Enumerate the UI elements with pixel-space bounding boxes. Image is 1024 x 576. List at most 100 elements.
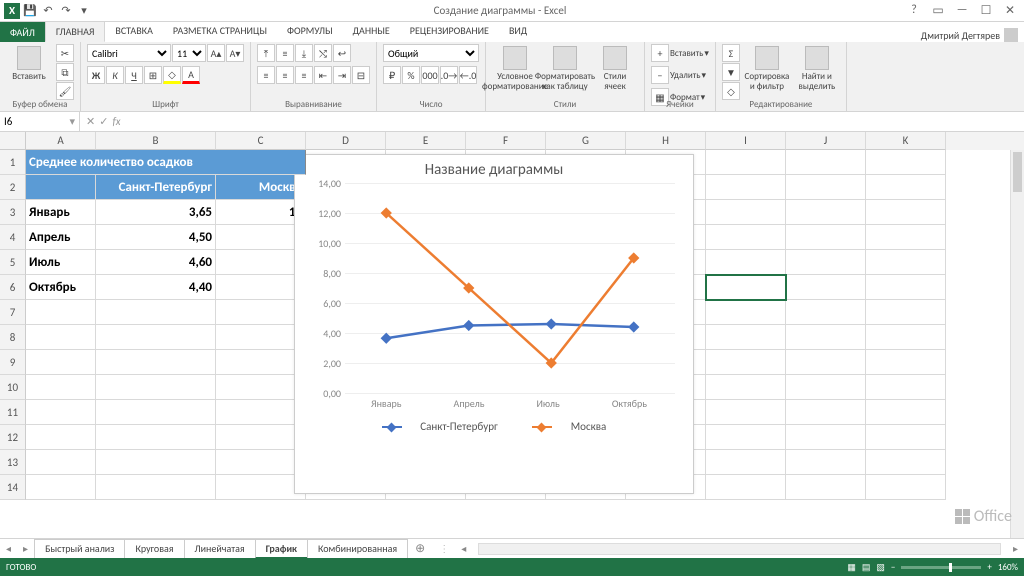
cell-J4[interactable] (786, 225, 866, 250)
hscroll-right-icon[interactable]: ▸ (1007, 542, 1024, 555)
cell-J7[interactable] (786, 300, 866, 325)
cell-A13[interactable] (26, 450, 96, 475)
chart-title[interactable]: Название диаграммы (295, 155, 693, 183)
col-header-H[interactable]: H (626, 132, 706, 150)
cell-A1[interactable]: Среднее количество осадков (26, 150, 306, 175)
cell-C9[interactable] (216, 350, 306, 375)
cell-B4[interactable]: 4,50 (96, 225, 216, 250)
row-header-6[interactable]: 6 (0, 275, 26, 300)
ribbon-tab-3[interactable]: ФОРМУЛЫ (277, 21, 343, 42)
cell-C6[interactable]: 9 (216, 275, 306, 300)
col-header-G[interactable]: G (546, 132, 626, 150)
number-format-select[interactable]: Общий (383, 44, 479, 62)
new-sheet-button[interactable]: ⊕ (407, 541, 433, 556)
cell-K12[interactable] (866, 425, 946, 450)
cell-C3[interactable]: 12 (216, 200, 306, 225)
close-icon[interactable]: ✕ (1000, 3, 1020, 18)
cell-B2[interactable]: Санкт-Петербург (96, 175, 216, 200)
cell-C5[interactable]: 2 (216, 250, 306, 275)
align-bottom-icon[interactable]: ⤓ (295, 44, 313, 62)
cell-I12[interactable] (706, 425, 786, 450)
cell-B6[interactable]: 4,40 (96, 275, 216, 300)
cell-I4[interactable] (706, 225, 786, 250)
delete-cells-icon[interactable]: − (651, 66, 669, 84)
embedded-chart[interactable]: Название диаграммы 0,002,004,006,008,001… (294, 154, 694, 494)
horizontal-scrollbar[interactable] (478, 543, 1001, 555)
row-header-10[interactable]: 10 (0, 375, 26, 400)
font-size-select[interactable]: 11 (172, 44, 206, 62)
sort-filter-button[interactable]: Сортировка и фильтр (744, 44, 790, 92)
cell-C10[interactable] (216, 375, 306, 400)
cell-K8[interactable] (866, 325, 946, 350)
select-all-corner[interactable] (0, 132, 26, 150)
fx-icon[interactable]: fx (112, 115, 120, 128)
format-painter-icon[interactable]: 🖌 (56, 82, 74, 100)
increase-decimal-icon[interactable]: .0→ (440, 66, 458, 84)
cell-C7[interactable] (216, 300, 306, 325)
zoom-out-icon[interactable]: − (891, 562, 895, 573)
insert-cells-icon[interactable]: + (651, 44, 669, 62)
cell-A6[interactable]: Октябрь (26, 275, 96, 300)
cell-I8[interactable] (706, 325, 786, 350)
cell-B3[interactable]: 3,65 (96, 200, 216, 225)
underline-button[interactable]: Ч (125, 66, 143, 84)
cell-B14[interactable] (96, 475, 216, 500)
view-normal-icon[interactable]: ▦ (847, 562, 856, 573)
cell-styles-button[interactable]: Стили ячеек (592, 44, 638, 92)
cell-B12[interactable] (96, 425, 216, 450)
view-pagebreak-icon[interactable]: ▧ (876, 562, 885, 573)
cell-J3[interactable] (786, 200, 866, 225)
zoom-in-icon[interactable]: + (987, 562, 991, 573)
view-layout-icon[interactable]: ▤ (862, 562, 871, 573)
cell-J5[interactable] (786, 250, 866, 275)
increase-indent-icon[interactable]: ⇥ (333, 66, 351, 84)
cell-I1[interactable] (706, 150, 786, 175)
col-header-B[interactable]: B (96, 132, 216, 150)
cell-K2[interactable] (866, 175, 946, 200)
cell-B11[interactable] (96, 400, 216, 425)
cell-A14[interactable] (26, 475, 96, 500)
save-icon[interactable]: 💾 (22, 3, 38, 19)
cell-C12[interactable] (216, 425, 306, 450)
cell-I11[interactable] (706, 400, 786, 425)
ribbon-tab-4[interactable]: ДАННЫЕ (343, 21, 400, 42)
paste-button[interactable]: Вставить (6, 44, 52, 82)
cell-C4[interactable]: 7 (216, 225, 306, 250)
ribbon-display-icon[interactable]: ▭ (928, 3, 948, 18)
cell-I13[interactable] (706, 450, 786, 475)
sheet-tab-2[interactable]: Линейчатая (184, 539, 256, 559)
cell-A5[interactable]: Июль (26, 250, 96, 275)
sheet-nav-next-icon[interactable]: ▸ (17, 542, 34, 555)
col-header-E[interactable]: E (386, 132, 466, 150)
cell-C8[interactable] (216, 325, 306, 350)
chart-plot-area[interactable]: 0,002,004,006,008,0010,0012,0014,00 (345, 183, 675, 393)
cell-A11[interactable] (26, 400, 96, 425)
cell-C14[interactable] (216, 475, 306, 500)
cell-K6[interactable] (866, 275, 946, 300)
name-box[interactable]: I6 ▾ (0, 112, 80, 131)
minimize-icon[interactable]: — (952, 3, 972, 18)
cell-B13[interactable] (96, 450, 216, 475)
col-header-D[interactable]: D (306, 132, 386, 150)
cell-J14[interactable] (786, 475, 866, 500)
decrease-font-icon[interactable]: A▾ (226, 44, 244, 62)
sheet-tab-0[interactable]: Быстрый анализ (34, 539, 125, 559)
row-header-12[interactable]: 12 (0, 425, 26, 450)
cell-K7[interactable] (866, 300, 946, 325)
cancel-formula-icon[interactable]: ✕ (86, 115, 95, 128)
cell-B9[interactable] (96, 350, 216, 375)
cell-J1[interactable] (786, 150, 866, 175)
cell-B8[interactable] (96, 325, 216, 350)
cell-I2[interactable] (706, 175, 786, 200)
sheet-tab-3[interactable]: График (255, 539, 308, 559)
wrap-text-icon[interactable]: ↩ (333, 44, 351, 62)
row-header-4[interactable]: 4 (0, 225, 26, 250)
row-header-7[interactable]: 7 (0, 300, 26, 325)
row-header-14[interactable]: 14 (0, 475, 26, 500)
cell-I3[interactable] (706, 200, 786, 225)
cell-A4[interactable]: Апрель (26, 225, 96, 250)
account-user[interactable]: Дмитрий Дегтярев (921, 28, 1024, 42)
ribbon-tab-2[interactable]: РАЗМЕТКА СТРАНИЦЫ (163, 21, 277, 42)
cell-K14[interactable] (866, 475, 946, 500)
hscroll-left-icon[interactable]: ◂ (455, 542, 472, 555)
